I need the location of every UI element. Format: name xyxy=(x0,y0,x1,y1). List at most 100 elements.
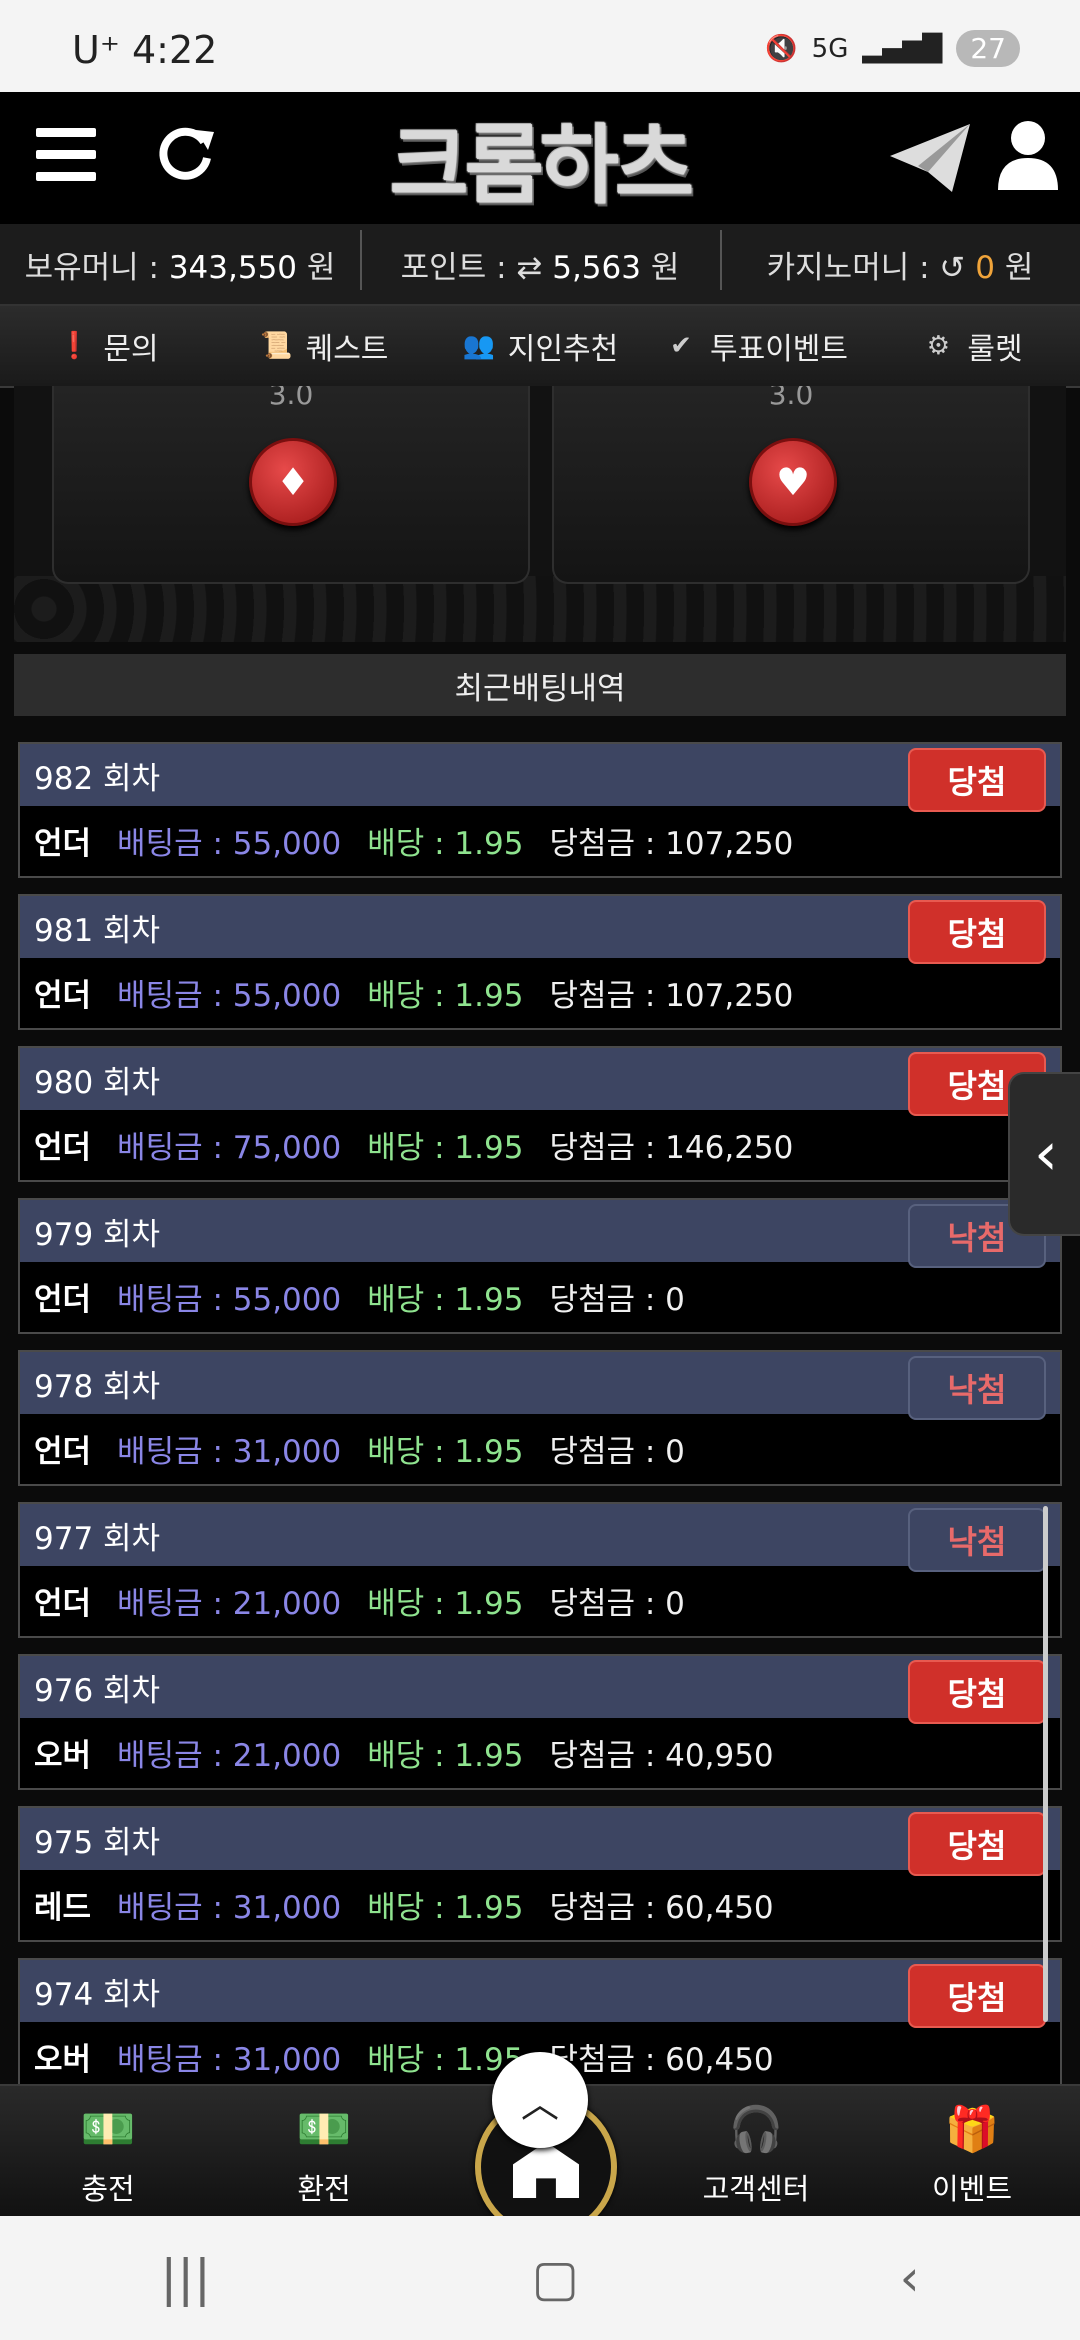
odds-value: 배당 : 1.95 xyxy=(367,1129,524,1166)
alert-icon: ❗ xyxy=(58,331,91,361)
bet-amount: 배팅금 : 55,000 xyxy=(117,825,342,862)
round-label: 980 회차 xyxy=(34,1064,161,1101)
check-icon: ✔ xyxy=(670,331,692,361)
nav-label: 문의 xyxy=(103,332,159,367)
nav-quest[interactable]: 📜 퀘스트 xyxy=(216,324,432,368)
point-value: 5,563 xyxy=(552,249,641,286)
row-details: 언더 배팅금 : 31,000 배당 : 1.95 당첨금 : 0 xyxy=(20,1414,1060,1482)
nav-referral[interactable]: 👥 지인추천 xyxy=(432,324,648,368)
round-label: 975 회차 xyxy=(34,1824,161,1861)
row-header: 981 회차 xyxy=(20,896,1060,958)
site-logo[interactable]: 크롬하츠 xyxy=(335,102,745,216)
row-header: 976 회차 xyxy=(20,1656,1060,1718)
odds-value: 배당 : 1.95 xyxy=(367,977,524,1014)
history-row: 980 회차 언더 배팅금 : 75,000 배당 : 1.95 당첨금 : 146,2… xyxy=(18,1046,1062,1182)
nav-label: 퀘스트 xyxy=(305,332,389,367)
side-panel-toggle[interactable]: ‹ xyxy=(1008,1072,1080,1236)
bet-amount: 배팅금 : 31,000 xyxy=(117,1433,342,1470)
win-amount: 당첨금 : 60,450 xyxy=(549,1889,774,1926)
history-row: 981 회차 언더 배팅금 : 55,000 배당 : 1.95 당첨금 : 107,2… xyxy=(18,894,1062,1030)
bet-amount: 배팅금 : 31,000 xyxy=(117,1889,342,1926)
nav-inquiry[interactable]: ❗ 문의 xyxy=(0,324,216,368)
support-icon: 🎧 xyxy=(728,2104,784,2155)
user-icon[interactable] xyxy=(996,118,1060,190)
back-icon[interactable]: ‹ xyxy=(900,2249,920,2307)
nav-vote-event[interactable]: ✔ 투표이벤트 xyxy=(648,324,864,368)
scroll-top-button[interactable]: ︿ xyxy=(492,2052,588,2148)
pick-label: 언더 xyxy=(34,1585,92,1622)
pick-label: 언더 xyxy=(34,825,92,862)
nav-withdraw[interactable]: 💵 환전 xyxy=(216,2086,432,2218)
game-board: 3.0 ♦ 3.0 ♥ xyxy=(14,386,1066,642)
nav-roulette[interactable]: ⚙ 룰렛 xyxy=(864,324,1080,368)
system-nav-bar: ||| ▢ ‹ xyxy=(0,2216,1080,2340)
history-row: 975 회차 레드 배팅금 : 31,000 배당 : 1.95 당첨금 : 60,45… xyxy=(18,1806,1062,1942)
history-row: 977 회차 언더 배팅금 : 21,000 배당 : 1.95 당첨금 : 0 낙첨 xyxy=(18,1502,1062,1638)
battery-icon: 27 xyxy=(956,30,1020,67)
result-badge: 당첨 xyxy=(908,1964,1046,2028)
pick-label: 언더 xyxy=(34,977,92,1014)
result-badge: 당첨 xyxy=(908,1660,1046,1724)
nav-event[interactable]: 🎁 이벤트 xyxy=(864,2086,1080,2218)
recent-apps-icon[interactable]: ||| xyxy=(160,2249,211,2307)
carrier-label: U⁺ xyxy=(72,28,120,72)
pick-label: 언더 xyxy=(34,1281,92,1318)
signal-icon: ▂▄▆█ xyxy=(862,33,943,64)
row-header: 982 회차 xyxy=(20,744,1060,806)
history-row: 978 회차 언더 배팅금 : 31,000 배당 : 1.95 당첨금 : 0 낙첨 xyxy=(18,1350,1062,1486)
bet-card-diamond[interactable]: 3.0 ♦ xyxy=(52,386,530,584)
chevron-left-icon: ‹ xyxy=(1034,1119,1058,1189)
card-odds: 3.0 xyxy=(268,386,314,411)
nav-label: 충전 xyxy=(81,2172,135,2206)
nav-deposit[interactable]: 💵 충전 xyxy=(0,2086,216,2218)
home-icon xyxy=(513,2142,579,2198)
round-label: 979 회차 xyxy=(34,1216,161,1253)
network-label: 5G xyxy=(811,33,849,64)
deposit-icon: 💵 xyxy=(80,2104,136,2155)
casino-unit: 원 xyxy=(994,249,1034,286)
holding-money: 보유머니 : 343,550 원 xyxy=(0,242,360,287)
bet-amount: 배팅금 : 21,000 xyxy=(117,1737,342,1774)
win-amount: 당첨금 : 0 xyxy=(549,1585,685,1622)
heart-chip-icon[interactable]: ♥ xyxy=(749,438,837,526)
diamond-chip-icon[interactable]: ♦ xyxy=(249,438,337,526)
result-badge: 당첨 xyxy=(908,748,1046,812)
bet-card-heart[interactable]: 3.0 ♥ xyxy=(552,386,1030,584)
result-badge: 낙첨 xyxy=(908,1508,1046,1572)
bet-amount: 배팅금 : 55,000 xyxy=(117,1281,342,1318)
card-odds: 3.0 xyxy=(768,386,814,411)
scroll-icon: 📜 xyxy=(260,331,293,361)
pick-label: 언더 xyxy=(34,1433,92,1470)
win-amount: 당첨금 : 0 xyxy=(549,1281,685,1318)
row-header: 975 회차 xyxy=(20,1808,1060,1870)
holding-value: 343,550 xyxy=(168,249,298,286)
point-money[interactable]: 포인트 : ⇄ 5,563 원 xyxy=(360,229,720,290)
nav-support[interactable]: 🎧 고객센터 xyxy=(648,2086,864,2218)
row-header: 974 회차 xyxy=(20,1960,1060,2022)
hamburger-menu-icon[interactable] xyxy=(36,128,96,182)
result-badge: 당첨 xyxy=(908,1812,1046,1876)
round-label: 977 회차 xyxy=(34,1520,161,1557)
pick-label: 언더 xyxy=(34,1129,92,1166)
win-amount: 당첨금 : 146,250 xyxy=(549,1129,794,1166)
reload-icon[interactable]: ↺ xyxy=(939,250,975,286)
exchange-icon[interactable]: ⇄ xyxy=(516,250,552,286)
win-amount: 당첨금 : 60,450 xyxy=(549,2041,774,2078)
win-amount: 당첨금 : 40,950 xyxy=(549,1737,774,1774)
history-title: 최근배팅내역 xyxy=(14,654,1066,716)
scrollbar[interactable] xyxy=(1043,1506,1048,2022)
telegram-icon[interactable] xyxy=(888,122,972,194)
round-label: 976 회차 xyxy=(34,1672,161,1709)
status-icons: 🔇 5G ▂▄▆█ 27 xyxy=(765,30,1020,67)
nav-label: 고객센터 xyxy=(702,2172,810,2206)
refresh-icon[interactable] xyxy=(154,122,216,184)
point-unit: 원 xyxy=(640,249,680,286)
casino-money[interactable]: 카지노머니 : ↺ 0 원 xyxy=(720,229,1080,290)
row-details: 오버 배팅금 : 21,000 배당 : 1.95 당첨금 : 40,950 xyxy=(20,1718,1060,1786)
top-menu: ❗ 문의 📜 퀘스트 👥 지인추천 ✔ 투표이벤트 ⚙ 룰렛 xyxy=(0,306,1080,388)
withdraw-icon: 💵 xyxy=(296,2104,352,2155)
nav-label: 지인추천 xyxy=(507,332,619,367)
status-time: U⁺ 4:22 xyxy=(72,28,217,72)
home-circle-icon[interactable]: ▢ xyxy=(532,2249,579,2307)
round-label: 981 회차 xyxy=(34,912,161,949)
